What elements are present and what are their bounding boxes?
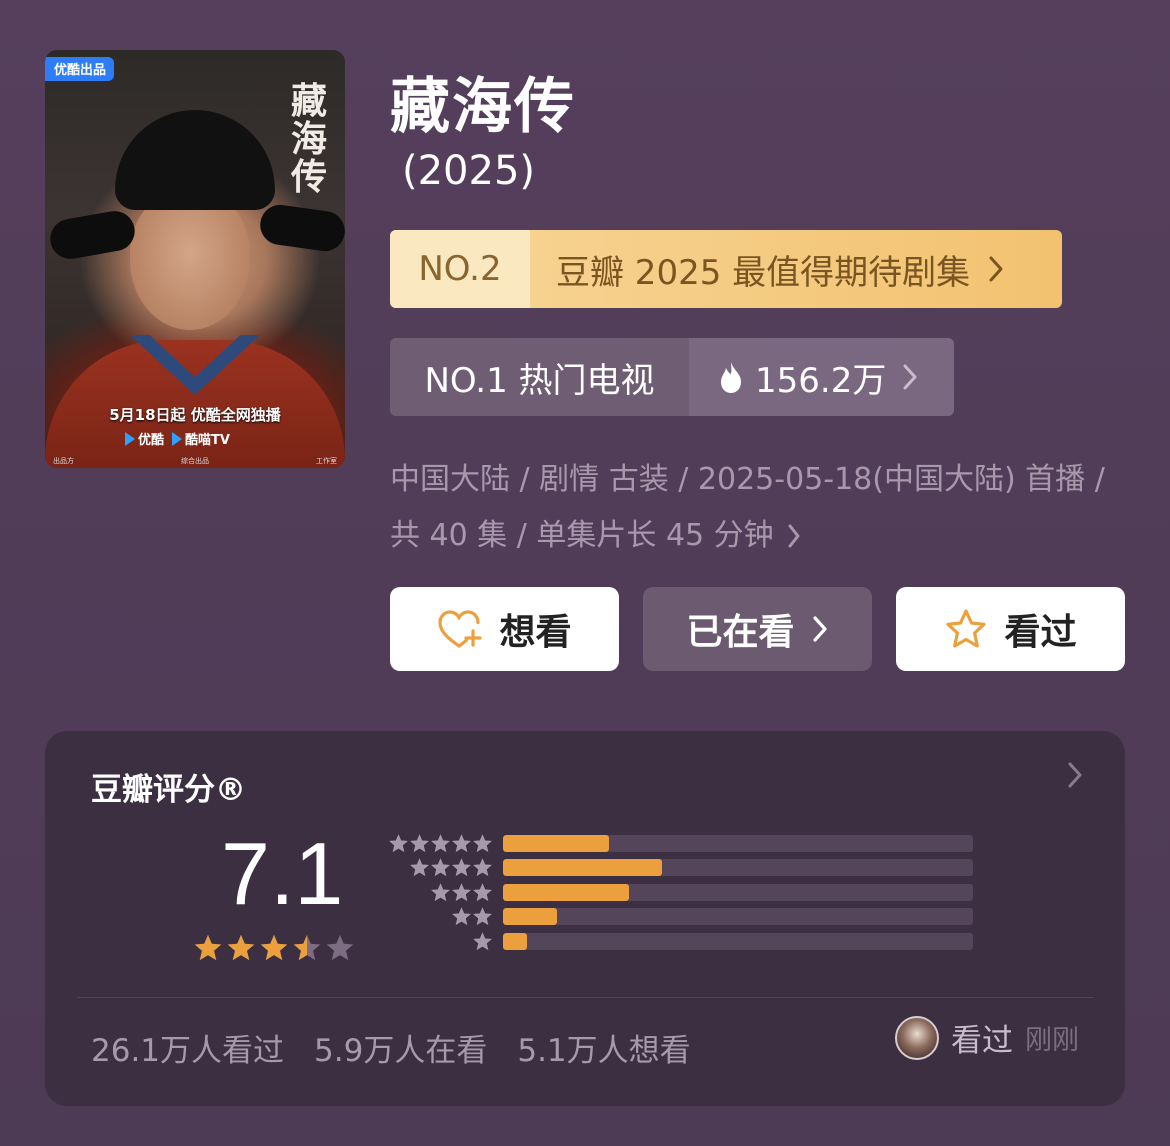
distribution-bar: [503, 908, 558, 926]
play-icon: [125, 431, 135, 446]
star-icon: [194, 934, 222, 961]
show-meta-info[interactable]: 中国大陆 / 剧情 古装 / 2025-05-18(中国大陆) 首播 / 共 4…: [390, 452, 1120, 564]
poster-promo: 5月18日起 优酷全网独播: [109, 406, 281, 424]
poster-platforms: 优酷 酷喵TV: [125, 429, 230, 448]
want-count[interactable]: 5.1万人想看: [517, 1025, 690, 1070]
show-title: 藏海传: [390, 72, 576, 142]
ranking-banner-expected[interactable]: NO.2 豆瓣 2025 最值得期待剧集: [390, 230, 1062, 308]
recent-action: 看过: [951, 1023, 1013, 1059]
rating-score: 7.1: [221, 824, 344, 923]
watching-count[interactable]: 5.9万人在看: [314, 1025, 487, 1070]
poster-platform: 酷喵TV: [172, 429, 230, 448]
watched-button[interactable]: 看过: [896, 587, 1125, 671]
ranking-label-text: 豆瓣 2025 最值得期待剧集: [556, 252, 971, 293]
star-icon: [431, 834, 450, 852]
poster-hat-wing: [257, 202, 345, 254]
poster-face: [130, 190, 250, 330]
poster-platform: 优酷: [125, 429, 164, 448]
distribution-row: [383, 856, 973, 881]
distribution-row: [383, 831, 973, 856]
star-icon: [227, 934, 255, 961]
avatar: [895, 1015, 939, 1060]
my-recent-status[interactable]: 看过 刚刚: [895, 1015, 1079, 1060]
distribution-track: [503, 932, 973, 950]
distribution-track: [503, 908, 973, 926]
hot-heat: 156.2万: [689, 338, 954, 416]
poster-vertical-title: 藏海传: [290, 80, 327, 198]
distribution-bar: [503, 932, 528, 950]
distribution-bar: [503, 883, 629, 901]
distribution-row: [383, 880, 973, 905]
poster-image[interactable]: 优酷出品 藏海传 5月18日起 优酷全网独播 优酷 酷喵TV 出品方 综合出品 …: [45, 50, 345, 468]
poster-credits: 出品方 综合出品 工作室: [53, 456, 337, 466]
distribution-track: [503, 834, 973, 852]
poster-hat: [115, 110, 275, 210]
distribution-row: [383, 905, 973, 930]
heat-value: 156.2万: [755, 360, 887, 401]
star-icon: [452, 883, 471, 901]
flame-icon: [721, 362, 741, 393]
star-icon: [473, 834, 492, 852]
star-icon: [452, 907, 471, 926]
distribution-row: [383, 929, 973, 954]
star-icon: [410, 858, 429, 877]
star-icon: [431, 883, 450, 901]
want-to-watch-button[interactable]: 想看: [390, 587, 619, 671]
star-icon: [473, 907, 492, 926]
star-icon: [473, 883, 492, 901]
distribution-stars: [383, 906, 493, 927]
star-icon: [473, 858, 492, 877]
distribution-bar: [503, 859, 662, 877]
chevron-right-icon: [989, 256, 1003, 282]
want-to-watch-label: 想看: [499, 612, 572, 653]
play-icon: [172, 431, 183, 446]
poster-credit: 工作室: [316, 457, 337, 465]
distribution-stars: [383, 857, 493, 878]
hot-rank-label: NO.1 热门电视: [390, 338, 689, 416]
show-year: (2025): [402, 148, 536, 194]
ranking-banner-hot[interactable]: NO.1 热门电视 156.2万: [390, 338, 954, 416]
star-icon: [389, 834, 408, 852]
watched-label: 看过: [1004, 612, 1077, 653]
distribution-track: [503, 859, 973, 877]
rating-heading: 豆瓣评分®: [91, 772, 246, 808]
poster-platform-label: 优酷: [138, 433, 165, 448]
ranking-label: 豆瓣 2025 最值得期待剧集: [530, 230, 1062, 308]
meta-text: 中国大陆 / 剧情 古装 / 2025-05-18(中国大陆) 首播 / 共 4…: [390, 462, 1105, 553]
star-icon: [293, 934, 321, 961]
heart-plus-icon: [438, 610, 483, 648]
distribution-stars: [383, 882, 493, 903]
star-icon: [431, 858, 450, 877]
watching-label: 已在看: [686, 612, 795, 653]
star-outline-icon: [946, 609, 987, 648]
chevron-right-icon: [812, 616, 827, 642]
watched-count[interactable]: 26.1万人看过: [91, 1025, 284, 1070]
rating-stars: [193, 933, 355, 963]
distribution-stars: [383, 833, 493, 854]
star-icon: [326, 934, 354, 961]
poster-hat-wing: [47, 207, 138, 263]
distribution-bar: [503, 834, 609, 852]
watching-button[interactable]: 已在看: [643, 587, 872, 671]
poster-badge: 优酷出品: [45, 57, 115, 81]
star-icon: [452, 834, 471, 852]
chevron-right-icon: [788, 524, 800, 548]
divider: [77, 997, 1093, 998]
poster-platform-label: 酷喵TV: [185, 433, 230, 448]
star-icon: [410, 834, 429, 852]
distribution-track: [503, 883, 973, 901]
chevron-right-icon[interactable]: [1067, 761, 1083, 789]
audience-counts: 26.1万人看过 5.9万人在看 5.1万人想看: [91, 1025, 691, 1070]
recent-time: 刚刚: [1025, 1025, 1079, 1056]
rating-distribution: [383, 831, 973, 954]
poster-credit: 出品方: [53, 457, 74, 465]
chevron-right-icon: [903, 364, 917, 390]
star-icon: [452, 858, 471, 877]
douban-rating-card[interactable]: 豆瓣评分® 7.1 26.1万人看过 5.9万人在看 5.1万人想看 看过 刚刚: [45, 731, 1125, 1106]
poster-credit: 综合出品: [181, 457, 209, 465]
star-icon: [260, 934, 288, 961]
distribution-stars: [383, 931, 493, 952]
ranking-number: NO.2: [390, 230, 530, 308]
star-icon: [473, 932, 492, 950]
